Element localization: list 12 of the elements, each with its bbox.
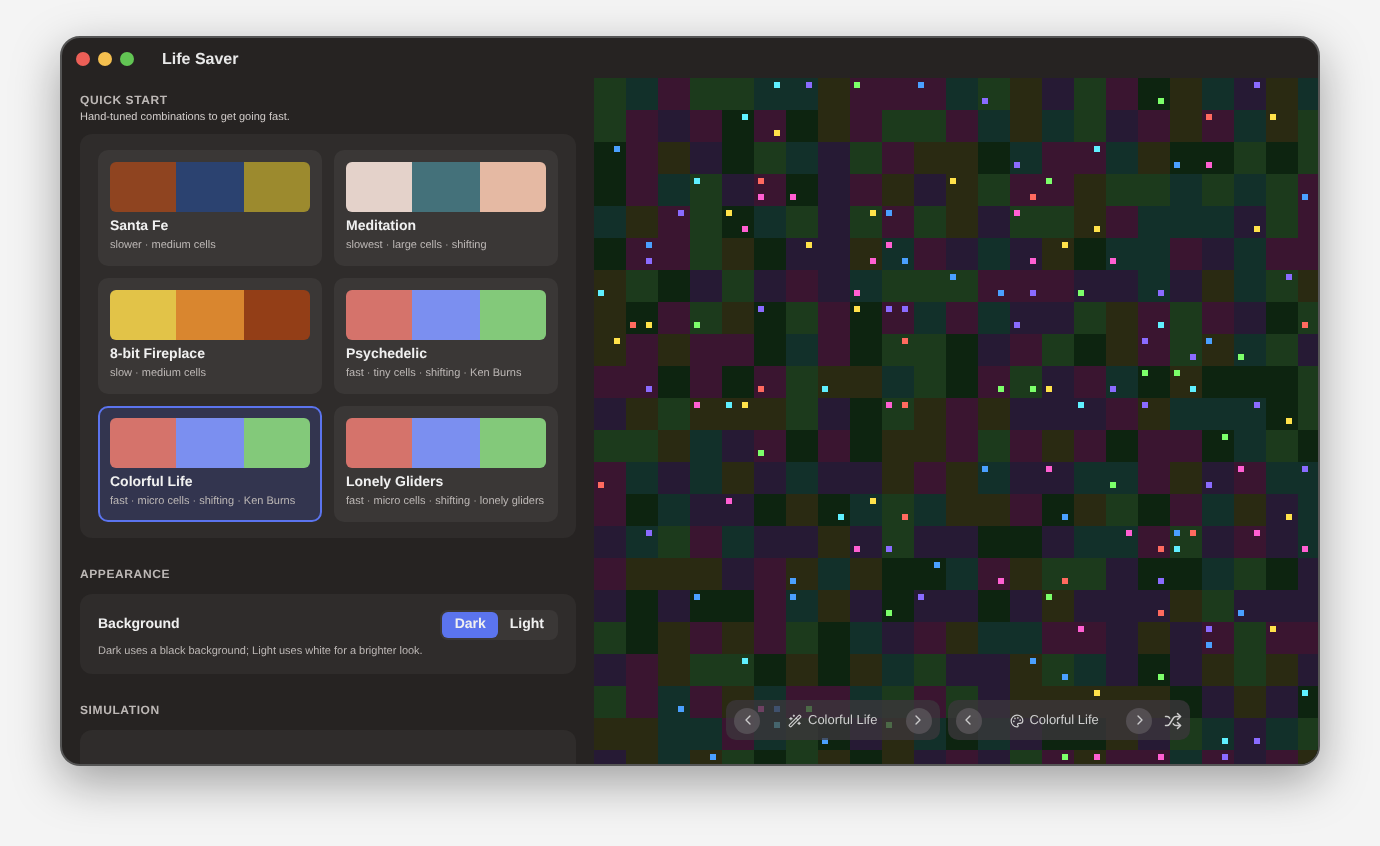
wand-icon bbox=[788, 713, 802, 727]
minimize-button[interactable] bbox=[98, 51, 112, 65]
previous-button[interactable] bbox=[955, 707, 982, 733]
next-button[interactable] bbox=[1126, 707, 1153, 733]
shuffle-icon bbox=[1164, 711, 1183, 729]
close-button[interactable] bbox=[76, 51, 90, 65]
palette-icon bbox=[1009, 713, 1024, 727]
zoom-button[interactable] bbox=[120, 51, 134, 65]
shuffle-button[interactable] bbox=[1164, 711, 1183, 729]
previous-button[interactable] bbox=[734, 707, 760, 733]
next-button[interactable] bbox=[905, 707, 932, 733]
window-title: Life Saver bbox=[162, 49, 239, 67]
